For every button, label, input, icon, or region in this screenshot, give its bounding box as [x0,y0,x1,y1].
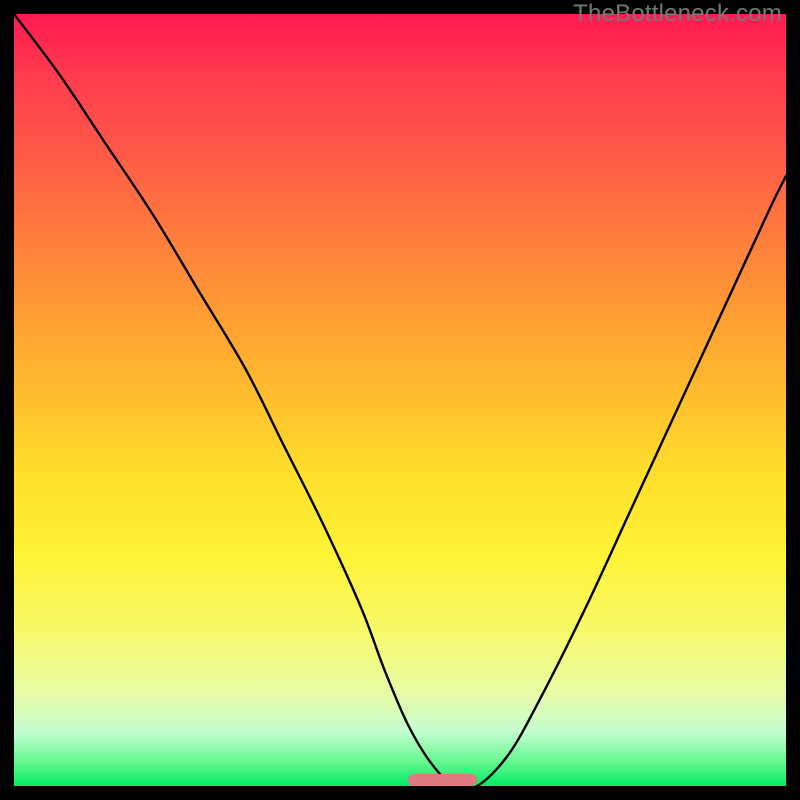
bottleneck-curve [14,14,786,786]
watermark-label: TheBottleneck.com [573,0,782,28]
optimal-range-marker [408,774,477,786]
plot-area [14,14,786,786]
chart-frame: TheBottleneck.com [0,0,800,800]
